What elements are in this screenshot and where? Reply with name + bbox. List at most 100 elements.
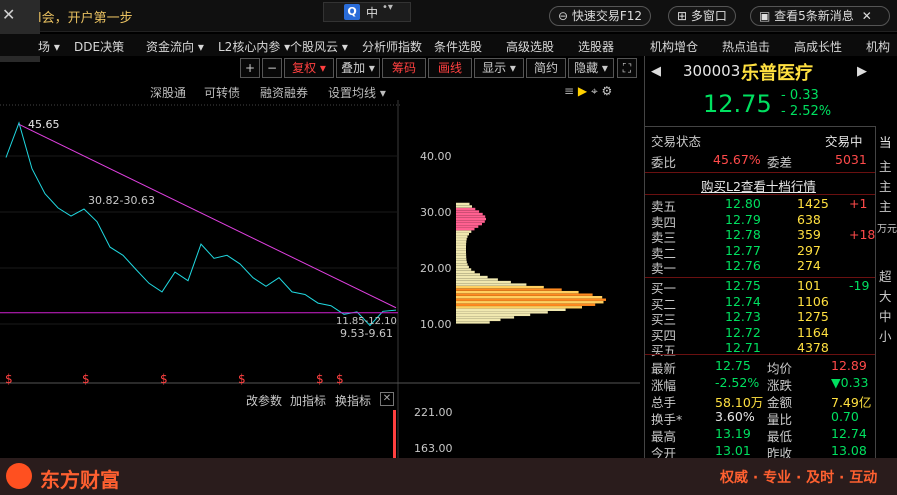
- brand-name: 东方财富: [40, 468, 120, 492]
- menu-item-condition[interactable]: 条件选股: [434, 38, 482, 55]
- far-right-label: 主: [879, 179, 892, 194]
- chip-bar: [456, 230, 472, 233]
- menu-item-inst[interactable]: 机构: [866, 38, 890, 55]
- pin-icon: ⌖: [590, 84, 598, 98]
- menu-item-advanced[interactable]: 高级选股: [506, 38, 554, 55]
- volume-bar: [393, 410, 396, 458]
- search-box[interactable]: Q 中 •▾: [323, 2, 411, 22]
- ask-row[interactable]: 卖一 12.76 274: [645, 258, 875, 276]
- quick-trade-button[interactable]: ⊖ 快速交易F12: [549, 6, 652, 26]
- stat-value: 13.19: [715, 426, 751, 441]
- l2-purchase-link[interactable]: 购买L2查看十档行情: [701, 176, 816, 195]
- menu-item-inst-add[interactable]: 机构增仓: [650, 38, 698, 55]
- bid-row[interactable]: 买二 12.74 1106: [645, 293, 875, 312]
- param-button[interactable]: 改参数: [246, 392, 282, 409]
- ask-price: 12.78: [725, 227, 761, 242]
- chip-bar: [456, 207, 476, 211]
- stat-value: 13.08: [831, 443, 867, 458]
- ask-volume: 359: [797, 227, 821, 242]
- multi-window-button[interactable]: ⊞ 多窗口: [668, 6, 736, 26]
- fullscreen-icon[interactable]: ⛶: [617, 58, 637, 78]
- next-stock-icon[interactable]: ▶: [857, 64, 867, 79]
- price-change-pct: - 2.52%: [781, 104, 832, 119]
- bid-row[interactable]: 买三 12.73 1275: [645, 309, 875, 327]
- menu-item-stock-news[interactable]: 个股风云 ▾: [290, 38, 348, 55]
- chip-bar: [456, 280, 511, 284]
- chip-bar: [456, 278, 498, 281]
- ask-row[interactable]: 卖五 12.80 1425 +1: [645, 196, 875, 214]
- menu-item-growth[interactable]: 高成长性: [794, 38, 842, 55]
- ask-change: +1: [849, 196, 868, 211]
- far-right-label: 主: [879, 159, 892, 174]
- chip-bar: [456, 318, 501, 322]
- bid-row[interactable]: 买四 12.72 1164: [645, 325, 875, 343]
- window-icon: ⊞: [677, 9, 691, 23]
- bid-volume: 1106: [797, 293, 829, 309]
- event-marker: $: [82, 372, 90, 386]
- chart-tool-icons[interactable]: ≡ ▶ ⌖ ⚙: [564, 84, 612, 99]
- ask-price: 12.77: [725, 242, 761, 258]
- ask-price: 12.79: [725, 211, 761, 227]
- signal-icon: ≡: [564, 84, 575, 98]
- brand-footer: 东方财富 权威 · 专业 · 及时 · 互动: [0, 458, 897, 495]
- ytick-10: 10.00: [420, 318, 452, 331]
- news-button[interactable]: ▣ 查看5条新消息 ✕: [750, 6, 890, 26]
- far-right-label: 中: [879, 309, 892, 324]
- zoom-in-button[interactable]: +: [240, 58, 260, 78]
- chip-bar: [456, 290, 579, 294]
- menu-item-hot[interactable]: 热点追击: [722, 38, 770, 55]
- chip-bar: [456, 308, 566, 311]
- fuquan-button[interactable]: 复权 ▾: [284, 58, 334, 78]
- menu-item-selector[interactable]: 选股器: [578, 38, 614, 55]
- chevron-down-icon[interactable]: •▾: [382, 2, 393, 13]
- close-icon[interactable]: ✕: [862, 9, 872, 23]
- tab-sgt[interactable]: 深股通: [150, 84, 186, 101]
- tab-ma-settings[interactable]: 设置均线 ▾: [328, 84, 386, 101]
- menu-item-l2[interactable]: L2核心内参 ▾: [218, 38, 290, 55]
- add-indicator-button[interactable]: 加指标: [290, 392, 326, 409]
- ask-price: 12.76: [725, 258, 761, 273]
- prev-stock-icon[interactable]: ◀: [651, 64, 661, 79]
- menu-item-fund-flow[interactable]: 资金流向 ▾: [146, 38, 204, 55]
- far-right-label: 万元: [877, 224, 897, 235]
- switch-indicator-button[interactable]: 换指标: [335, 392, 371, 409]
- input-mode[interactable]: 中: [366, 4, 378, 21]
- overlay-button[interactable]: 叠加 ▾: [336, 58, 380, 78]
- chip-button[interactable]: 筹码: [382, 58, 426, 78]
- menu-item-analyst[interactable]: 分析师指数: [362, 38, 422, 55]
- ask-row[interactable]: 卖三 12.78 359 +18: [645, 227, 875, 245]
- chip-bar: [456, 205, 472, 208]
- display-button[interactable]: 显示 ▾: [474, 58, 524, 78]
- ask-row[interactable]: 卖二 12.77 297: [645, 242, 875, 261]
- chip-bar: [456, 212, 483, 216]
- chip-bar: [456, 311, 548, 314]
- bid-row[interactable]: 买一 12.75 101 -19: [645, 278, 875, 296]
- hide-button[interactable]: 隐藏 ▾: [568, 58, 614, 78]
- tab-margin[interactable]: 融资融券: [260, 84, 308, 101]
- chip-bar: [456, 202, 470, 206]
- stat-value: ▼0.33: [831, 375, 869, 390]
- simple-button[interactable]: 简约: [526, 58, 566, 78]
- chip-bar: [456, 225, 479, 228]
- chip-bar: [456, 283, 527, 286]
- chip-bar: [456, 233, 469, 236]
- ask-row[interactable]: 卖四 12.79 638: [645, 211, 875, 230]
- menu-item-dde[interactable]: DDE决策: [74, 38, 124, 55]
- zoom-out-button[interactable]: −: [262, 58, 282, 78]
- ask-volume: 1425: [797, 196, 829, 211]
- search-icon[interactable]: Q: [344, 4, 360, 20]
- far-right-label: 超: [879, 269, 892, 284]
- weicha-value: 5031: [835, 152, 867, 167]
- bid-row[interactable]: 买五 12.71 4378: [645, 340, 875, 358]
- close-icon[interactable]: ✕: [2, 5, 15, 24]
- announcement-text[interactable]: l会，开户第一步: [38, 7, 133, 26]
- close-icon[interactable]: ✕: [380, 392, 394, 406]
- bid-price: 12.74: [725, 293, 761, 309]
- announcement-close[interactable]: ✕: [2, 5, 15, 24]
- draw-line-button[interactable]: 画线: [428, 58, 472, 78]
- chip-bar: [456, 215, 486, 218]
- chip-bar: [456, 235, 468, 238]
- current-price: 12.75: [703, 90, 772, 118]
- menu-item-1[interactable]: 场 ▾: [38, 38, 60, 55]
- tab-convertible[interactable]: 可转债: [204, 84, 240, 101]
